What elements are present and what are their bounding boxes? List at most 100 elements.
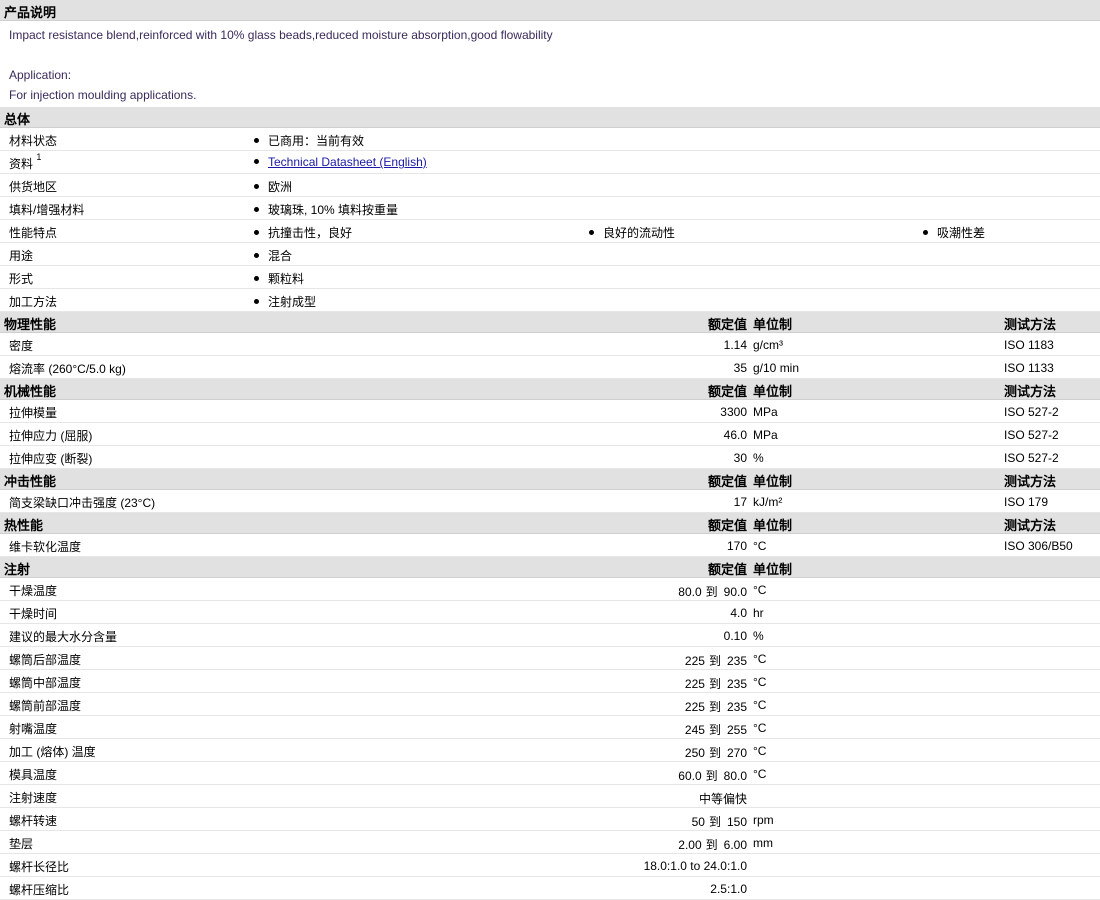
test-method: ISO 1133	[1004, 361, 1054, 375]
list-item: 吸潮性差	[923, 224, 985, 241]
range-separator: 到	[708, 677, 721, 691]
range-max: 235	[726, 654, 747, 668]
property-label: 螺杆压缩比	[9, 883, 70, 897]
property-label: 维卡软化温度	[9, 540, 82, 554]
table-row: 模具温度 60.0 到 80.0 °C	[0, 762, 1100, 785]
table-row: 熔流率 (260°C/5.0 kg) 35 g/10 min ISO 1133	[0, 356, 1100, 379]
nominal-value: 60.0 到 80.0	[678, 767, 747, 784]
property-label-text: 性能特点	[9, 226, 58, 240]
range-max: 235	[726, 700, 747, 714]
property-label: 拉伸模量	[9, 406, 58, 420]
section-header-thermal: 热性能 额定值 单位制 测试方法	[0, 513, 1100, 534]
range-separator: 到	[708, 723, 721, 737]
range-separator: 到	[708, 654, 721, 668]
nominal-value: 中等偏快	[698, 792, 747, 806]
nominal-value: 46.0	[723, 428, 747, 442]
nominal-value-header: 额定值	[707, 518, 747, 533]
nominal-value-header: 额定值	[707, 317, 747, 332]
datasheet-link[interactable]: Technical Datasheet (English)	[268, 155, 427, 169]
table-row: 螺杆转速 50 到 150 rpm	[0, 808, 1100, 831]
property-label-text: 供货地区	[9, 180, 58, 194]
unit-value: %	[753, 451, 764, 465]
nominal-value: 50 到 150	[692, 813, 747, 830]
property-label-text: 形式	[9, 272, 34, 286]
section-title: 冲击性能	[4, 474, 57, 489]
property-label: 性能特点	[9, 224, 57, 241]
table-row: 形式 颗粒料	[0, 266, 1100, 289]
nominal-value-header: 额定值	[707, 562, 747, 577]
range-max: 90.0	[723, 585, 747, 599]
unit-value: g/10 min	[753, 361, 800, 375]
range-separator: 到	[705, 585, 718, 599]
unit-value: MPa	[753, 428, 778, 442]
unit-header: 单位制	[753, 518, 793, 533]
test-method: ISO 527-2	[1004, 405, 1059, 419]
range-max: 80.0	[723, 769, 747, 783]
nominal-value: 170	[726, 539, 747, 553]
property-label: 螺筒前部温度	[9, 699, 82, 713]
range-min: 250	[684, 746, 705, 760]
unit-header: 单位制	[753, 562, 793, 577]
unit-value: MPa	[753, 405, 778, 419]
property-label: 加工方法	[9, 293, 57, 310]
range-min: 50	[691, 815, 705, 829]
property-label: 加工 (熔体) 温度	[9, 745, 96, 759]
table-row: 建议的最大水分含量 0.10%	[0, 624, 1100, 647]
nominal-value: 80.0 到 90.0	[678, 583, 747, 600]
unit-value: rpm	[753, 813, 774, 827]
nominal-value: 225 到 235	[685, 652, 747, 669]
test-method: ISO 306/B50	[1004, 539, 1073, 553]
datasheet: 产品说明 Impact resistance blend,reinforced …	[0, 0, 1100, 900]
section-header-physical: 物理性能 额定值 单位制 测试方法	[0, 312, 1100, 333]
unit-value: hr	[753, 606, 764, 620]
section-title: 机械性能	[4, 384, 57, 399]
unit-value: °C	[753, 675, 767, 689]
unit-value: %	[753, 629, 764, 643]
section-header-mechanical: 机械性能 额定值 单位制 测试方法	[0, 379, 1100, 400]
table-row: 拉伸应变 (断裂) 30% ISO 527-2	[0, 446, 1100, 469]
table-row: 拉伸应力 (屈服) 46.0 MPa ISO 527-2	[0, 423, 1100, 446]
list-item: 注射成型	[254, 293, 316, 310]
section-title: 物理性能	[4, 317, 57, 332]
table-row: 加工 (熔体) 温度 250 到 270 °C	[0, 739, 1100, 762]
property-label: 用途	[9, 247, 33, 264]
range-max: 235	[726, 677, 747, 691]
property-label: 垫层	[9, 837, 34, 851]
list-item: 混合	[254, 247, 292, 264]
section-header-description: 产品说明	[0, 0, 1100, 21]
application-label: Application:	[9, 68, 72, 82]
test-method-header: 测试方法	[1004, 518, 1057, 533]
list-item: 抗撞击性，良好	[254, 224, 352, 241]
section-title: 热性能	[4, 518, 44, 533]
test-method-header: 测试方法	[1004, 474, 1057, 489]
range-min: 60.0	[678, 769, 702, 783]
property-label-text: 材料状态	[9, 134, 58, 148]
unit-header: 单位制	[753, 474, 793, 489]
unit-value: °C	[753, 698, 767, 712]
range-min: 225	[684, 677, 705, 691]
table-row: 供货地区 欧洲	[0, 174, 1100, 197]
property-label-text: 填料/增强材料	[9, 203, 85, 217]
list-item: Technical Datasheet (English)	[254, 155, 427, 169]
test-method: ISO 179	[1004, 495, 1049, 509]
table-row: 螺杆压缩比 2.5:1.0	[0, 877, 1100, 900]
property-label-text: 用途	[9, 249, 34, 263]
nominal-value: 225 到 235	[685, 698, 747, 715]
unit-value: °C	[753, 583, 767, 597]
property-label: 拉伸应力 (屈服)	[9, 429, 93, 443]
table-row: 注射速度 中等偏快	[0, 785, 1100, 808]
unit-header: 单位制	[753, 317, 793, 332]
property-label: 熔流率 (260°C/5.0 kg)	[9, 362, 126, 376]
list-item: 良好的流动性	[589, 224, 675, 241]
description-text: Impact resistance blend,reinforced with …	[9, 28, 553, 42]
property-label: 建议的最大水分含量	[9, 630, 118, 644]
table-row: 简支梁缺口冲击强度 (23°C) 17 kJ/m² ISO 179	[0, 490, 1100, 513]
property-label: 形式	[9, 270, 33, 287]
property-label: 密度	[9, 339, 34, 353]
list-item: 玻璃珠, 10% 填料按重量	[254, 201, 398, 218]
range-separator: 到	[705, 769, 718, 783]
table-row: 资料 1 Technical Datasheet (English)	[0, 151, 1100, 174]
table-row: 螺杆长径比 18.0:1.0 to 24.0:1.0	[0, 854, 1100, 877]
test-method: ISO 527-2	[1004, 451, 1059, 465]
